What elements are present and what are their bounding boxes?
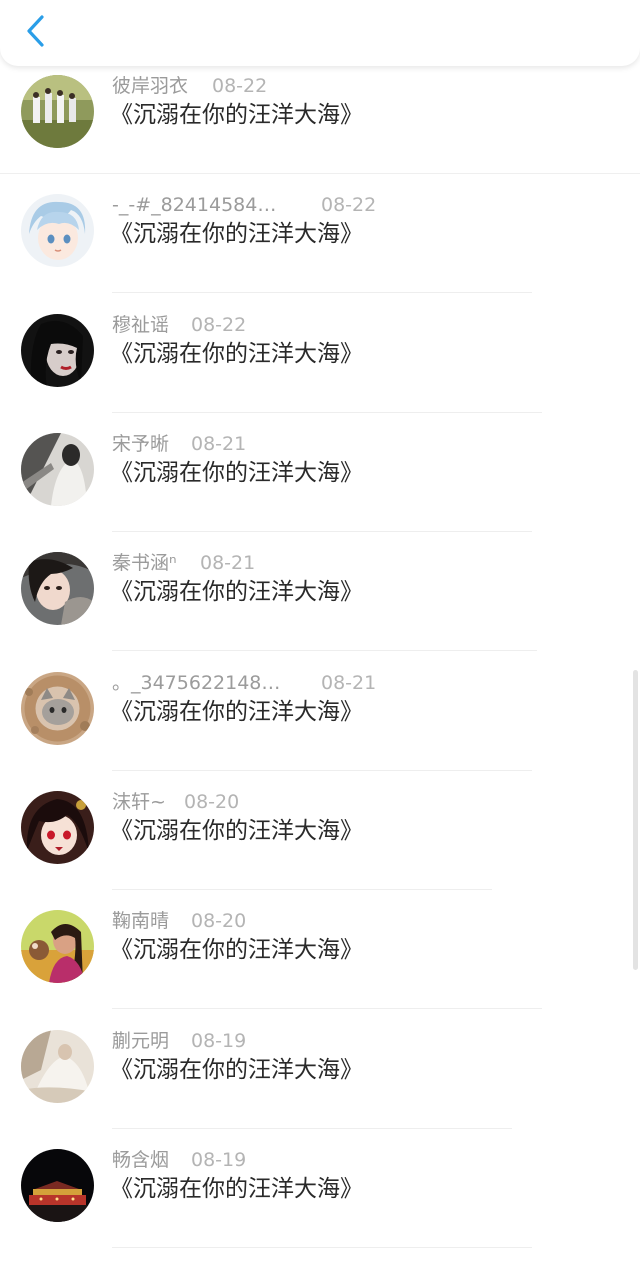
avatar[interactable]	[21, 552, 94, 625]
chevron-left-icon	[27, 15, 44, 47]
user-name[interactable]: -_-#_82414584…	[112, 192, 276, 218]
comment-date: 08-21	[321, 672, 377, 694]
user-name[interactable]: 穆祉谣	[112, 312, 169, 338]
list-item[interactable]: 。_3475622148… 08-21 《沉溺在你的汪洋大海》	[0, 672, 640, 791]
comment-date: 08-21	[200, 552, 256, 574]
comment-date: 08-20	[184, 791, 240, 813]
divider	[112, 770, 532, 771]
user-name[interactable]: 蒯元明	[112, 1028, 169, 1054]
list-item[interactable]: 宋予晰 08-21 《沉溺在你的汪洋大海》	[0, 433, 640, 552]
divider	[112, 292, 532, 293]
screen: 彼岸羽衣 08-22 《沉溺在你的汪洋大海》 -_-#_82414584… 08…	[0, 0, 640, 1263]
avatar[interactable]	[21, 910, 94, 983]
comment-text[interactable]: 《沉溺在你的汪洋大海》	[110, 457, 363, 489]
divider	[112, 1008, 542, 1009]
comment-date: 08-21	[191, 433, 247, 455]
user-name[interactable]: 沫轩~	[112, 789, 166, 815]
comment-date: 08-19	[191, 1030, 247, 1052]
avatar[interactable]	[21, 194, 94, 267]
top-nav-bar	[0, 0, 640, 66]
comment-text[interactable]: 《沉溺在你的汪洋大海》	[110, 696, 363, 728]
divider	[112, 650, 537, 651]
divider	[112, 412, 542, 413]
user-name[interactable]: 鞠南晴	[112, 908, 169, 934]
comment-date: 08-20	[191, 910, 247, 932]
avatar[interactable]	[21, 1149, 94, 1222]
comment-text[interactable]: 《沉溺在你的汪洋大海》	[110, 1054, 363, 1086]
list-item[interactable]: 彼岸羽衣 08-22 《沉溺在你的汪洋大海》	[0, 75, 640, 194]
avatar[interactable]	[21, 433, 94, 506]
divider	[112, 531, 532, 532]
avatar[interactable]	[21, 672, 94, 745]
comment-text[interactable]: 《沉溺在你的汪洋大海》	[110, 934, 363, 966]
user-name[interactable]: 。_3475622148…	[112, 670, 280, 696]
comment-text[interactable]: 《沉溺在你的汪洋大海》	[110, 576, 363, 608]
scrollbar[interactable]	[633, 670, 638, 970]
list-item[interactable]: 沫轩~ 08-20 《沉溺在你的汪洋大海》	[0, 791, 640, 910]
user-name[interactable]: 畅含烟	[112, 1147, 169, 1173]
divider	[112, 1128, 512, 1129]
user-name[interactable]: 宋予晰	[112, 431, 169, 457]
list-item[interactable]: 鞠南晴 08-20 《沉溺在你的汪洋大海》	[0, 910, 640, 1029]
avatar[interactable]	[21, 75, 94, 148]
comment-date: 08-19	[191, 1149, 247, 1171]
list-item[interactable]: 穆祉谣 08-22 《沉溺在你的汪洋大海》	[0, 314, 640, 433]
comment-text[interactable]: 《沉溺在你的汪洋大海》	[110, 815, 363, 847]
divider	[112, 889, 492, 890]
divider	[0, 173, 640, 174]
avatar[interactable]	[21, 1030, 94, 1103]
comment-date: 08-22	[212, 75, 268, 97]
comment-text[interactable]: 《沉溺在你的汪洋大海》	[110, 218, 363, 250]
comment-date: 08-22	[321, 194, 377, 216]
list-item[interactable]: -_-#_82414584… 08-22 《沉溺在你的汪洋大海》	[0, 194, 640, 313]
avatar[interactable]	[21, 314, 94, 387]
user-name[interactable]: 秦书涵ⁿ	[112, 550, 177, 576]
divider	[112, 1247, 532, 1248]
comment-text[interactable]: 《沉溺在你的汪洋大海》	[110, 1173, 363, 1205]
list-item[interactable]: 蒯元明 08-19 《沉溺在你的汪洋大海》	[0, 1030, 640, 1149]
back-button[interactable]	[10, 8, 60, 54]
comment-text[interactable]: 《沉溺在你的汪洋大海》	[110, 338, 363, 370]
avatar[interactable]	[21, 791, 94, 864]
list-item[interactable]: 秦书涵ⁿ 08-21 《沉溺在你的汪洋大海》	[0, 552, 640, 671]
comment-date: 08-22	[191, 314, 247, 336]
user-name[interactable]: 彼岸羽衣	[112, 73, 188, 99]
comment-text[interactable]: 《沉溺在你的汪洋大海》	[110, 99, 363, 131]
list-item[interactable]: 畅含烟 08-19 《沉溺在你的汪洋大海》	[0, 1149, 640, 1263]
